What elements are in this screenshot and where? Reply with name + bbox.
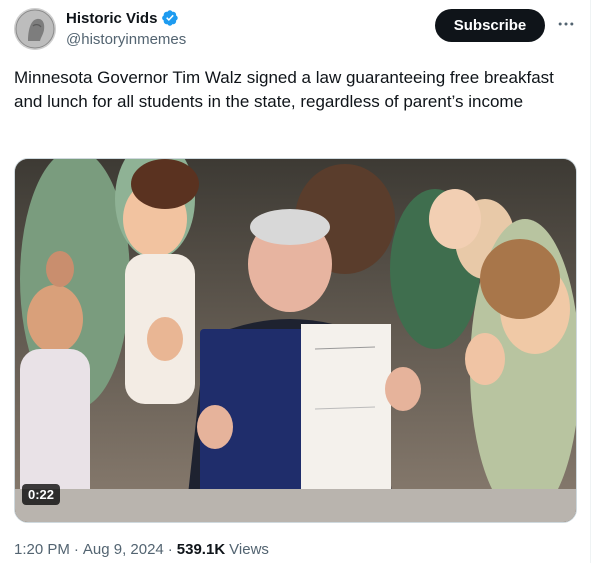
subscribe-button[interactable]: Subscribe bbox=[435, 9, 545, 42]
video-thumbnail bbox=[15, 159, 576, 522]
more-horizontal-icon[interactable] bbox=[556, 14, 576, 34]
tweet-text: Minnesota Governor Tim Walz signed a law… bbox=[14, 68, 554, 111]
tweet-timestamp[interactable]: 1:20 PM bbox=[14, 541, 70, 558]
video-player[interactable] bbox=[14, 158, 577, 523]
video-duration-badge: 0:22 bbox=[22, 484, 61, 505]
column-divider bbox=[590, 0, 591, 563]
meta-separator: · bbox=[73, 541, 79, 558]
meta-separator: · bbox=[167, 541, 173, 558]
verified-badge-icon bbox=[162, 10, 179, 26]
views-count: 539.1K bbox=[176, 541, 226, 558]
author-display-name[interactable]: Historic Vids bbox=[66, 10, 157, 27]
avatar[interactable] bbox=[14, 8, 56, 50]
avatar-image bbox=[14, 8, 56, 50]
tweet-meta: 1:20 PM · Aug 9, 2024 · 539.1K Views bbox=[14, 541, 269, 558]
views-label: Views bbox=[229, 541, 269, 558]
tweet-date[interactable]: Aug 9, 2024 bbox=[83, 541, 164, 558]
author-handle[interactable]: @historyinmemes bbox=[66, 31, 186, 48]
author-name-row: Historic Vids bbox=[66, 9, 179, 27]
